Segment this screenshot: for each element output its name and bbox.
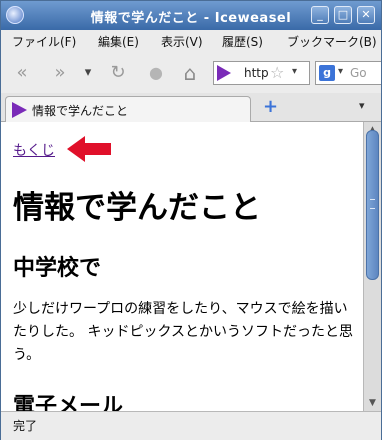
tab-active[interactable]: 情報で学んだこと bbox=[5, 96, 251, 122]
new-tab-icon[interactable]: + bbox=[263, 96, 278, 117]
menu-view[interactable]: 表示(V) bbox=[161, 33, 203, 50]
search-bar[interactable]: g ▾ Go bbox=[315, 61, 381, 85]
section-paragraph: 少しだけワープロの練習をしたり、マウスで絵を描いたりした。 キッドピックスとかい… bbox=[13, 301, 354, 363]
scrollbar-thumb[interactable] bbox=[366, 130, 379, 280]
tab-list-dropdown-icon[interactable]: ▾ bbox=[359, 99, 365, 112]
vertical-scrollbar[interactable]: ▲ ▼ bbox=[363, 122, 381, 411]
status-bar: 完了 bbox=[1, 411, 381, 440]
page-heading: 情報で学んだこと bbox=[13, 190, 261, 226]
maximize-button[interactable]: □ bbox=[334, 6, 352, 24]
menu-edit[interactable]: 編集(E) bbox=[98, 33, 139, 50]
menu-history[interactable]: 履歴(S) bbox=[222, 33, 263, 50]
history-dropdown-icon[interactable]: ▾ bbox=[81, 61, 95, 85]
tab-favicon-icon bbox=[12, 102, 27, 118]
home-icon[interactable]: ⌂ bbox=[177, 61, 203, 85]
section-heading-email: 電子メール bbox=[13, 394, 124, 411]
reload-icon[interactable]: ↻ bbox=[105, 61, 131, 85]
search-engine-dropdown-icon[interactable]: ▾ bbox=[338, 66, 343, 77]
site-favicon-icon bbox=[217, 65, 231, 81]
close-button[interactable]: ✕ bbox=[357, 6, 375, 24]
tab-label: 情報で学んだこと bbox=[32, 104, 129, 118]
url-bar[interactable]: http ☆ ▾ bbox=[213, 61, 310, 85]
back-icon[interactable]: « bbox=[9, 61, 35, 85]
search-input[interactable]: Go bbox=[350, 66, 367, 80]
scrollbar-grip-icon bbox=[370, 199, 375, 209]
section-heading-middle-school: 中学校で bbox=[13, 256, 102, 281]
menu-file[interactable]: ファイル(F) bbox=[12, 33, 76, 50]
toc-link[interactable]: もくじ bbox=[13, 140, 55, 160]
url-text[interactable]: http bbox=[244, 66, 269, 80]
stop-icon[interactable]: ● bbox=[143, 61, 169, 85]
forward-icon[interactable]: » bbox=[47, 61, 73, 85]
tab-strip: 情報で学んだこと + ▾ bbox=[1, 93, 381, 122]
title-bar[interactable]: 情報で学んだこと - Iceweasel _ □ ✕ bbox=[1, 1, 381, 30]
search-engine-icon[interactable]: g bbox=[319, 65, 335, 81]
url-dropdown-icon[interactable]: ▾ bbox=[292, 66, 297, 77]
page-content: もくじ 情報で学んだこと 中学校で 少しだけワープロの練習をしたり、マウスで絵を… bbox=[1, 122, 363, 411]
browser-window: 情報で学んだこと - Iceweasel _ □ ✕ ファイル(F) 編集(E)… bbox=[0, 0, 382, 440]
red-arrow-icon bbox=[67, 136, 111, 162]
status-text: 完了 bbox=[13, 419, 38, 433]
scroll-down-icon[interactable]: ▼ bbox=[364, 395, 381, 411]
bookmark-star-icon[interactable]: ☆ bbox=[270, 63, 284, 82]
arrow-shape bbox=[67, 136, 111, 162]
menu-bar: ファイル(F) 編集(E) 表示(V) 履歴(S) ブックマーク(B) bbox=[1, 30, 381, 52]
minimize-button[interactable]: _ bbox=[311, 6, 329, 24]
menu-bookmarks[interactable]: ブックマーク(B) bbox=[287, 33, 377, 50]
navigation-toolbar: « » ▾ ↻ ● ⌂ http ☆ ▾ g ▾ Go bbox=[1, 53, 381, 93]
